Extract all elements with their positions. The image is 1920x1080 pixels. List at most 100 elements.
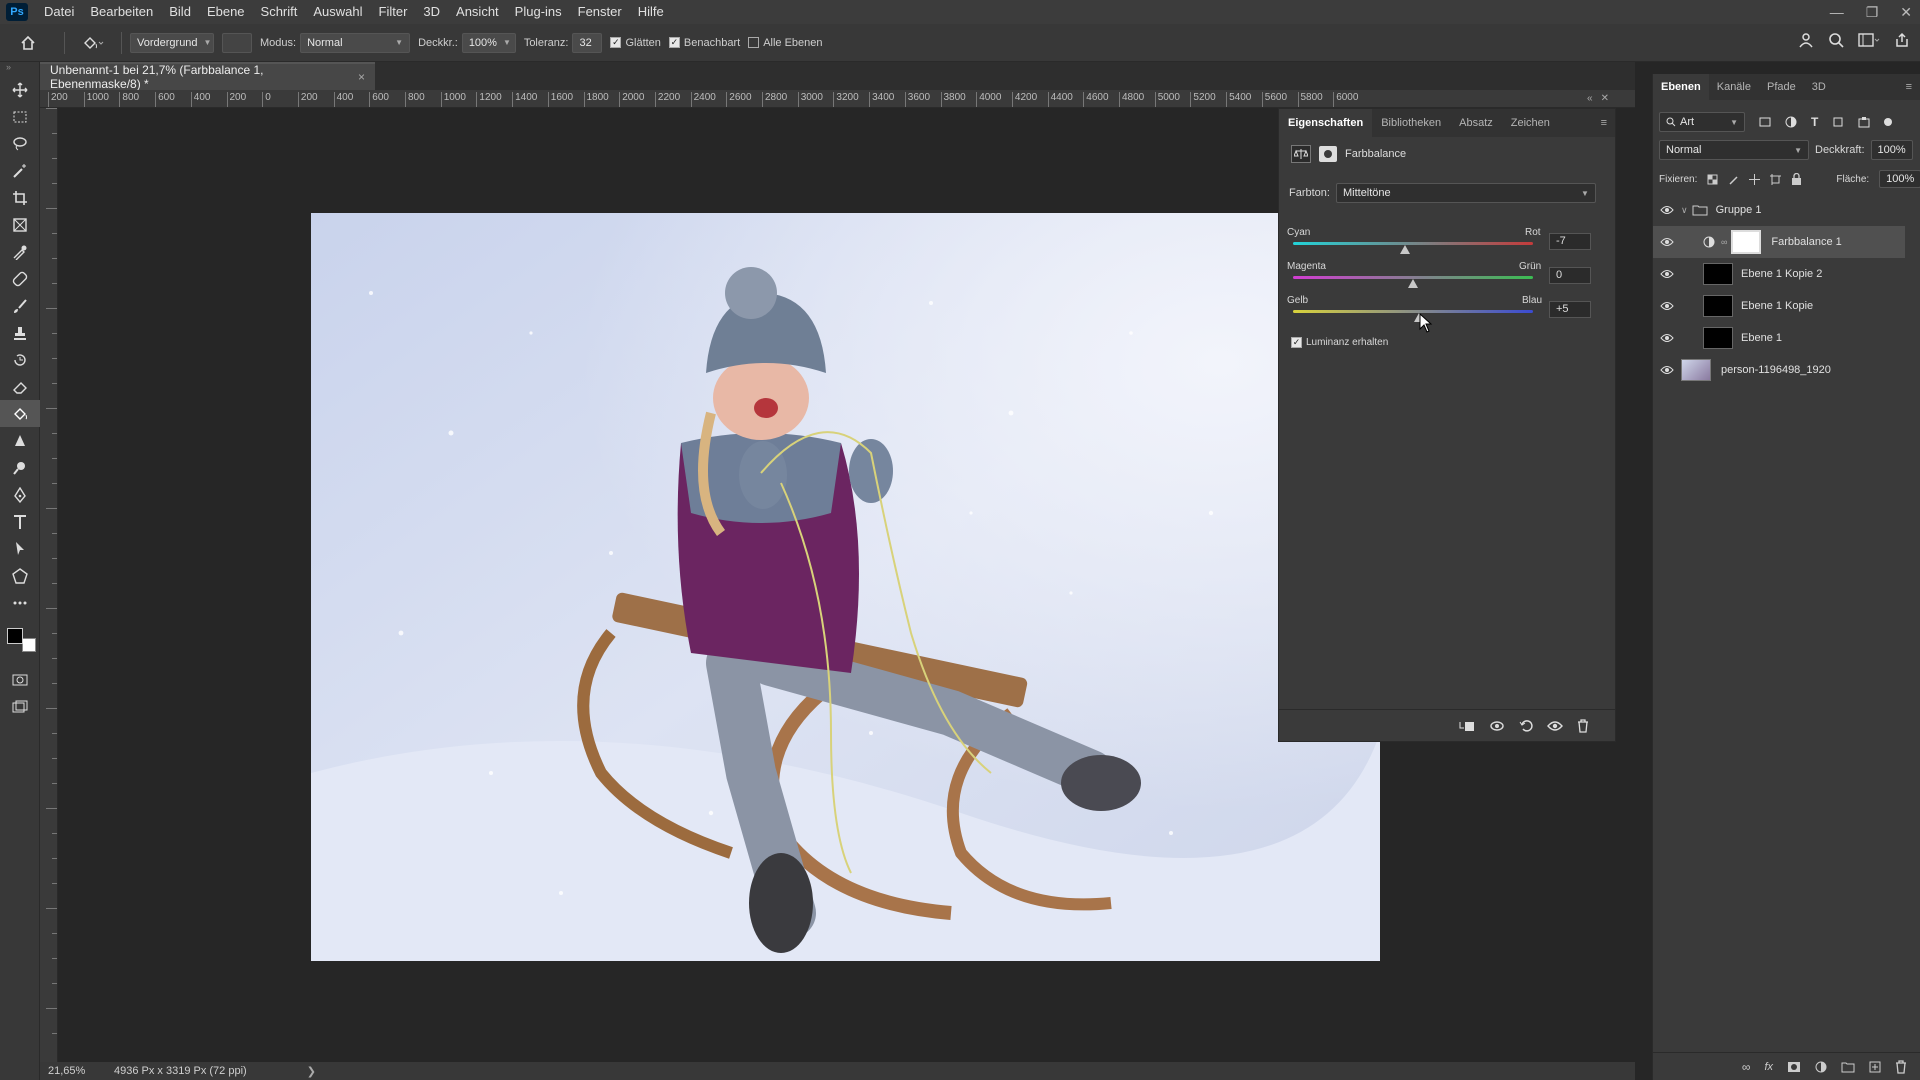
- all-layers-checkbox[interactable]: Alle Ebenen: [748, 37, 823, 49]
- tab-zeichen[interactable]: Zeichen: [1502, 109, 1559, 137]
- filter-smart-object-icon[interactable]: [1858, 116, 1870, 128]
- filter-toggle-icon[interactable]: [1884, 118, 1893, 126]
- close-window-icon[interactable]: ✕: [1900, 4, 1912, 21]
- view-previous-state-icon[interactable]: [1489, 719, 1505, 733]
- delete-layer-icon[interactable]: [1895, 1059, 1907, 1074]
- layer-row-person-photo[interactable]: person-1196498_1920: [1653, 354, 1905, 386]
- document-tab[interactable]: Unbenannt-1 bei 21,7% (Farbbalance 1, Eb…: [40, 62, 375, 91]
- lasso-tool-icon[interactable]: [0, 130, 40, 157]
- frame-tool-icon[interactable]: [0, 211, 40, 238]
- menu-3d[interactable]: 3D: [415, 0, 448, 24]
- lock-artboard-icon[interactable]: [1770, 173, 1782, 185]
- menu-ebene[interactable]: Ebene: [199, 0, 253, 24]
- mode-dropdown[interactable]: Normal ▼: [300, 32, 411, 53]
- layer-mask-thumbnail[interactable]: [1731, 230, 1762, 254]
- layer-filter-dropdown[interactable]: Art ▼: [1659, 112, 1745, 132]
- yellow-blue-value-input[interactable]: +5: [1549, 301, 1591, 318]
- path-selection-icon[interactable]: [0, 535, 40, 562]
- menu-datei[interactable]: Datei: [36, 0, 82, 24]
- layer-row-ebene-1-kopie[interactable]: Ebene 1 Kopie: [1653, 290, 1905, 322]
- tab-absatz[interactable]: Absatz: [1450, 109, 1502, 137]
- tone-dropdown[interactable]: Mitteltöne ▼: [1335, 183, 1596, 203]
- layer-row-farbbalance-1[interactable]: ∞ Farbbalance 1: [1653, 226, 1905, 258]
- link-layers-icon[interactable]: ∞: [1742, 1060, 1751, 1074]
- magic-wand-icon[interactable]: [0, 157, 40, 184]
- eye-icon[interactable]: [1653, 237, 1681, 247]
- layer-fill-input[interactable]: 100%: [1879, 170, 1920, 188]
- panel-menu-icon[interactable]: ≡: [1601, 117, 1607, 129]
- history-brush-icon[interactable]: [0, 346, 40, 373]
- brush-tool-icon[interactable]: [0, 292, 40, 319]
- status-expand-icon[interactable]: ❯: [307, 1065, 316, 1078]
- tab-kanaele[interactable]: Kanäle: [1709, 81, 1759, 93]
- stamp-tool-icon[interactable]: [0, 319, 40, 346]
- paint-bucket-preset-icon[interactable]: [73, 35, 113, 51]
- pen-tool-icon[interactable]: [0, 481, 40, 508]
- filter-adjustment-icon[interactable]: [1785, 116, 1797, 128]
- lock-position-icon[interactable]: [1749, 173, 1761, 185]
- home-icon[interactable]: [0, 35, 56, 51]
- blur-tool-icon[interactable]: [0, 427, 40, 454]
- menu-filter[interactable]: Filter: [371, 0, 416, 24]
- healing-brush-icon[interactable]: [0, 265, 40, 292]
- lock-transparent-icon[interactable]: [1707, 174, 1718, 185]
- smooth-checkbox[interactable]: ✓ Glätten: [610, 37, 661, 49]
- move-tool-icon[interactable]: [0, 76, 40, 103]
- menu-hilfe[interactable]: Hilfe: [630, 0, 672, 24]
- tab-3d[interactable]: 3D: [1804, 81, 1834, 93]
- preserve-luminosity-checkbox[interactable]: ✓ Luminanz erhalten: [1291, 337, 1388, 348]
- cyan-red-slider[interactable]: [1293, 242, 1533, 245]
- opacity-input[interactable]: 100% ▼: [461, 32, 516, 53]
- yellow-blue-slider[interactable]: [1293, 310, 1533, 313]
- eyedropper-icon[interactable]: [0, 238, 40, 265]
- lock-all-icon[interactable]: [1791, 173, 1802, 185]
- screen-mode-icon[interactable]: [0, 693, 40, 720]
- share-icon[interactable]: [1894, 32, 1910, 48]
- menu-fenster[interactable]: Fenster: [570, 0, 630, 24]
- blend-mode-dropdown[interactable]: Normal ▼: [1659, 140, 1809, 160]
- shape-tool-icon[interactable]: [0, 562, 40, 589]
- tab-eigenschaften[interactable]: Eigenschaften: [1279, 109, 1373, 137]
- eraser-tool-icon[interactable]: [0, 373, 40, 400]
- filter-pixel-icon[interactable]: [1759, 116, 1771, 128]
- adjacent-checkbox[interactable]: ✓ Benachbart: [668, 37, 740, 49]
- minimize-icon[interactable]: —: [1830, 4, 1844, 20]
- workspace-icon[interactable]: [1858, 32, 1880, 48]
- eye-icon[interactable]: [1653, 205, 1681, 215]
- eye-icon[interactable]: [1653, 365, 1681, 375]
- restore-icon[interactable]: ❐: [1866, 4, 1879, 21]
- close-tab-icon[interactable]: ×: [358, 70, 365, 84]
- delete-icon[interactable]: [1577, 718, 1589, 733]
- menu-auswahl[interactable]: Auswahl: [305, 0, 370, 24]
- color-swatches[interactable]: [0, 616, 39, 666]
- tab-ebenen[interactable]: Ebenen: [1653, 74, 1709, 100]
- tolerance-input[interactable]: 32: [572, 32, 603, 53]
- layer-opacity-input[interactable]: 100%: [1870, 140, 1913, 160]
- paint-bucket-icon[interactable]: [0, 400, 40, 427]
- cyan-red-slider-thumb[interactable]: [1399, 245, 1410, 254]
- filter-type-icon[interactable]: T: [1811, 115, 1818, 129]
- eye-icon[interactable]: [1653, 269, 1681, 279]
- layer-row-ebene-1[interactable]: Ebene 1: [1653, 322, 1905, 354]
- filter-shape-icon[interactable]: [1832, 116, 1844, 128]
- menu-bearbeiten[interactable]: Bearbeiten: [82, 0, 161, 24]
- dodge-tool-icon[interactable]: [0, 454, 40, 481]
- zoom-level[interactable]: 21,65%: [40, 1065, 104, 1077]
- eye-icon[interactable]: [1653, 333, 1681, 343]
- type-tool-icon[interactable]: [0, 508, 40, 535]
- menu-schrift[interactable]: Schrift: [253, 0, 306, 24]
- layer-style-icon[interactable]: fx: [1764, 1061, 1773, 1073]
- quick-mask-icon[interactable]: [0, 666, 40, 693]
- menu-plugins[interactable]: Plug-ins: [507, 0, 570, 24]
- document-canvas[interactable]: [311, 213, 1380, 961]
- marquee-tool-icon[interactable]: [0, 103, 40, 130]
- add-mask-icon[interactable]: [1787, 1061, 1801, 1073]
- new-adjustment-icon[interactable]: [1815, 1061, 1827, 1073]
- new-layer-icon[interactable]: [1869, 1061, 1881, 1073]
- reset-icon[interactable]: [1519, 719, 1533, 733]
- toggle-visibility-icon[interactable]: [1547, 720, 1563, 732]
- crop-tool-icon[interactable]: [0, 184, 40, 211]
- layer-row-ebene-1-kopie-2[interactable]: Ebene 1 Kopie 2: [1653, 258, 1905, 290]
- menu-ansicht[interactable]: Ansicht: [448, 0, 507, 24]
- foreground-color-swatch[interactable]: [7, 628, 23, 644]
